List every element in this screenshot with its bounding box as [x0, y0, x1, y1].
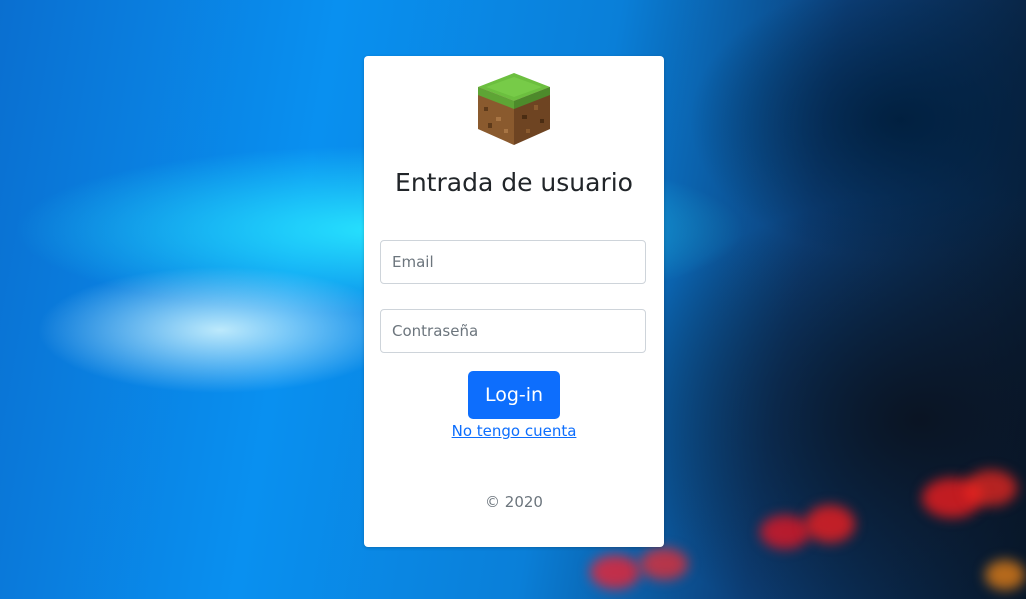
password-field[interactable]	[380, 309, 646, 353]
bokeh-light	[805, 505, 855, 543]
login-button[interactable]: Log-in	[468, 371, 560, 419]
register-link[interactable]: No tengo cuenta	[364, 422, 664, 440]
bokeh-light	[590, 555, 640, 589]
login-card: Entrada de usuario Log-in No tengo cuent…	[364, 56, 664, 547]
copyright-footer: © 2020	[485, 493, 543, 511]
page-title: Entrada de usuario	[395, 168, 633, 197]
bokeh-light	[985, 560, 1025, 590]
email-field[interactable]	[380, 240, 646, 284]
grass-block-icon	[478, 73, 550, 145]
bokeh-light	[760, 515, 810, 549]
bokeh-light	[640, 548, 688, 580]
bokeh-light	[965, 470, 1017, 506]
